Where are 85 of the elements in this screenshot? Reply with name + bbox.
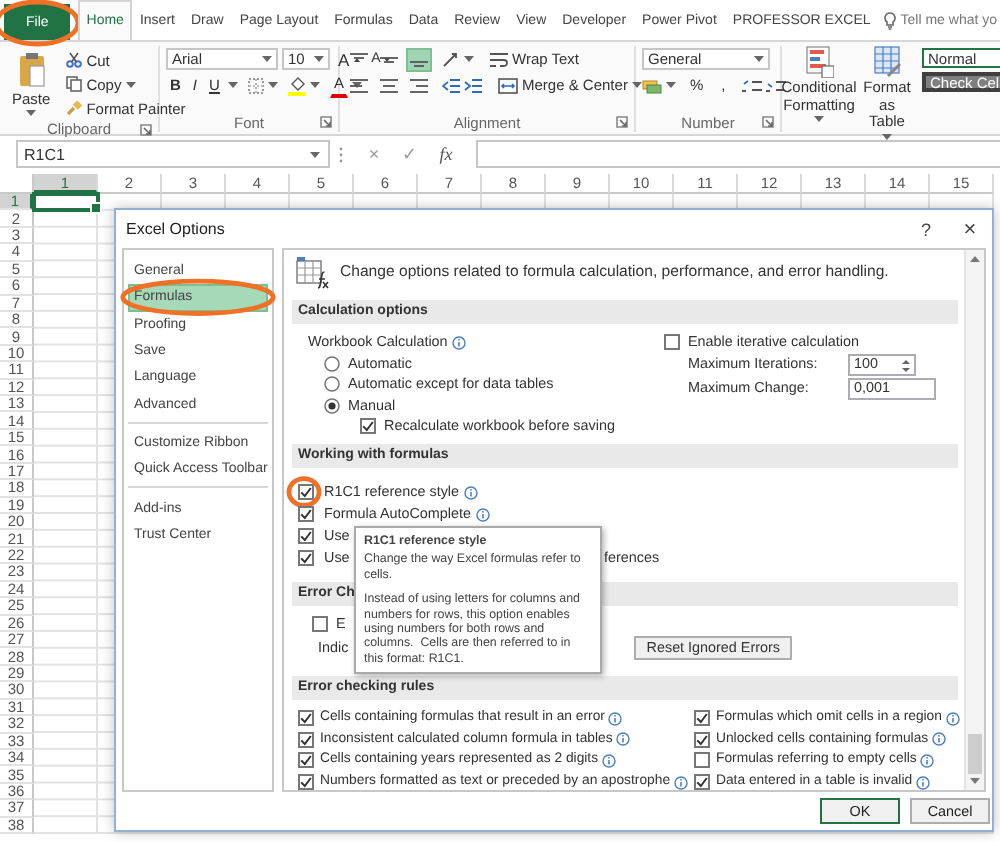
scroll-down-icon[interactable] — [970, 778, 980, 784]
grow-font-button[interactable]: A — [334, 47, 364, 71]
checkbox[interactable] — [360, 418, 376, 435]
text-angle-icon[interactable] — [442, 51, 460, 67]
wrap-text-icon — [490, 51, 508, 67]
radio-button[interactable] — [324, 376, 340, 393]
info-icon — [616, 732, 631, 747]
currency-icon[interactable] — [642, 77, 662, 93]
caret-icon — [666, 82, 676, 88]
name-box[interactable]: R1C1 — [16, 140, 330, 168]
increase-indent-icon[interactable] — [464, 77, 482, 93]
copy-icon — [66, 76, 83, 92]
info-icon — [945, 711, 960, 726]
vertical-dots-icon — [338, 145, 344, 163]
caret-icon — [26, 110, 37, 116]
caret-icon — [267, 82, 278, 88]
help-button[interactable]: ? — [904, 219, 948, 239]
info-icon — [920, 753, 935, 768]
checkbox[interactable] — [298, 528, 314, 544]
caret-up-icon — [353, 57, 360, 61]
info-icon — [451, 335, 466, 350]
border-icon[interactable] — [247, 77, 264, 93]
align-lines-icon — [410, 77, 428, 93]
formula-table-icon — [296, 255, 330, 289]
caret-icon — [314, 56, 324, 62]
scroll-thumb[interactable] — [968, 734, 982, 774]
caret-icon — [814, 116, 824, 122]
checkbox[interactable] — [298, 710, 314, 727]
caret-icon — [262, 56, 272, 62]
checkbox[interactable] — [694, 731, 710, 748]
caret-down-icon — [384, 57, 391, 61]
checkbox[interactable] — [694, 774, 710, 790]
dialog-launcher-icon[interactable] — [616, 116, 628, 128]
table-format-icon — [873, 46, 901, 78]
dialog-launcher-icon[interactable] — [762, 116, 774, 128]
checkbox[interactable] — [298, 550, 314, 566]
caret-icon — [125, 81, 136, 87]
checkbox[interactable] — [694, 710, 710, 727]
checkbox[interactable] — [298, 774, 314, 790]
info-icon — [916, 775, 931, 790]
dialog-launcher-icon[interactable] — [140, 124, 152, 136]
clipboard-icon — [17, 52, 46, 88]
selected-cell[interactable] — [32, 192, 100, 213]
horizontal-align-button[interactable] — [346, 73, 372, 97]
formula-input[interactable] — [476, 140, 1000, 168]
caret-icon — [754, 56, 764, 62]
conditional-format-icon — [805, 46, 833, 78]
spin-arrows-icon — [902, 357, 910, 373]
align-lines-icon — [380, 77, 398, 93]
caret-icon — [464, 56, 474, 62]
horizontal-align-button[interactable] — [406, 73, 432, 97]
info-icon — [674, 775, 689, 790]
dialog-title: Excel Options — [126, 220, 227, 238]
radio-button[interactable] — [324, 397, 340, 414]
dialog-launcher-icon[interactable] — [320, 116, 332, 128]
checkbox[interactable] — [664, 334, 680, 351]
paintbrush-icon — [66, 100, 83, 116]
align-lines-icon — [350, 77, 368, 93]
fill-color-icon[interactable] — [287, 75, 306, 95]
caret-icon — [351, 82, 362, 88]
radio-button[interactable] — [324, 355, 340, 372]
horizontal-align-button[interactable] — [376, 73, 402, 97]
info-icon — [602, 753, 617, 768]
align-lines-icon — [380, 51, 398, 67]
checkbox[interactable] — [298, 731, 314, 748]
checkbox[interactable] — [298, 752, 314, 769]
close-button[interactable]: × — [948, 217, 992, 241]
info-icon — [932, 732, 947, 747]
decrease-indent-icon[interactable] — [442, 77, 460, 93]
scroll-up-icon[interactable] — [970, 256, 980, 262]
lightbulb-icon — [884, 11, 897, 29]
vertical-align-button[interactable] — [406, 47, 432, 71]
checkbox[interactable] — [298, 484, 314, 500]
caret-icon — [310, 151, 320, 157]
info-icon — [608, 711, 623, 726]
caret-icon — [227, 82, 238, 88]
checkbox[interactable] — [298, 506, 314, 522]
checkbox[interactable] — [312, 615, 328, 632]
scrollbar[interactable] — [964, 250, 984, 790]
scissors-icon — [66, 52, 83, 68]
checkbox[interactable] — [694, 752, 710, 769]
caret-icon — [309, 82, 320, 88]
caret-icon — [631, 82, 642, 88]
merge-cells-icon — [498, 77, 518, 93]
insert-function-button[interactable]: fx — [428, 144, 464, 164]
